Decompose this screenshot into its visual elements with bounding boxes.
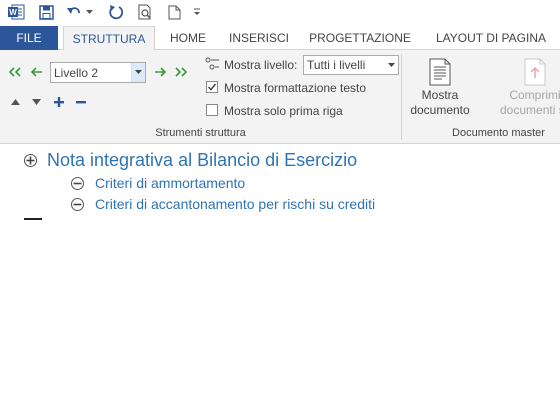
move-up-button[interactable] — [7, 95, 23, 109]
ribbon-tabs: FILE STRUTTURA HOME INSERISCI PROGETTAZI… — [0, 26, 560, 51]
show-level-value: Tutti i livelli — [307, 58, 366, 72]
outline-level-combo[interactable]: Livello 2 — [50, 62, 146, 83]
group-label-outline-tools: Strumenti struttura — [155, 127, 246, 139]
undo-dropdown-icon[interactable] — [84, 3, 94, 21]
move-down-button[interactable] — [28, 95, 44, 109]
outline-heading1-row[interactable]: Nota integrativa al Bilancio di Esercizi… — [24, 150, 357, 171]
tab-inserisci[interactable]: INSERISCI — [225, 26, 293, 50]
ribbon-struttura: Livello 2 Mostra livello: Tutti i livell… — [0, 50, 560, 144]
document-area[interactable]: Nota integrativa al Bilancio di Esercizi… — [0, 145, 560, 400]
show-formatting-label: Mostra formattazione testo — [224, 81, 367, 95]
first-line-only-checkbox[interactable] — [206, 104, 218, 116]
tab-home[interactable]: HOME — [164, 26, 212, 50]
show-document-label-line2: documento — [410, 103, 470, 117]
tab-file[interactable]: FILE — [0, 26, 58, 50]
quick-access-toolbar: W — [0, 0, 560, 26]
demote-button[interactable] — [152, 65, 168, 79]
collapse-minus-icon[interactable] — [71, 197, 84, 211]
expand-plus-icon[interactable] — [24, 154, 37, 167]
expand-button[interactable] — [51, 95, 67, 109]
demote-to-body-text-button[interactable] — [173, 65, 189, 79]
svg-text:W: W — [9, 8, 17, 17]
collapse-subdocuments-label-line2: documenti seco — [500, 103, 560, 117]
end-of-document-mark — [24, 218, 42, 220]
tab-struttura[interactable]: STRUTTURA — [63, 26, 155, 51]
new-document-icon[interactable] — [167, 3, 181, 21]
collapse-button[interactable] — [73, 95, 89, 109]
tab-layout-di-pagina[interactable]: LAYOUT DI PAGINA — [427, 26, 555, 50]
customize-qat-icon[interactable] — [192, 3, 202, 21]
tab-progettazione[interactable]: PROGETTAZIONE — [305, 26, 415, 50]
heading2-text: Criteri di accantonamento per rischi su … — [95, 196, 376, 212]
outline-heading2-row[interactable]: Criteri di accantonamento per rischi su … — [71, 196, 375, 212]
show-document-button[interactable]: Mostra documento — [405, 56, 475, 118]
show-document-icon — [405, 56, 475, 88]
save-icon[interactable] — [38, 3, 54, 21]
chevron-down-icon[interactable] — [386, 61, 396, 69]
redo-icon[interactable] — [108, 3, 124, 21]
undo-icon[interactable] — [66, 3, 82, 21]
chevron-down-icon[interactable] — [131, 63, 145, 82]
first-line-only-label: Mostra solo prima riga — [224, 104, 343, 118]
heading1-text: Nota integrativa al Bilancio di Esercizi… — [47, 150, 358, 170]
outline-heading2-row[interactable]: Criteri di ammortamento — [71, 175, 245, 191]
collapse-minus-icon[interactable] — [71, 176, 84, 190]
show-formatting-checkbox[interactable] — [206, 81, 218, 93]
collapse-subdocuments-icon — [500, 56, 560, 88]
show-level-label: Mostra livello: — [224, 58, 298, 72]
group-label-master-document: Documento master — [452, 127, 545, 139]
promote-button[interactable] — [29, 65, 45, 79]
collapse-subdocuments-button[interactable]: Comprimi documenti seco — [500, 56, 560, 118]
show-document-label-line1: Mostra — [421, 88, 459, 102]
print-preview-icon[interactable] — [137, 3, 153, 21]
word-logo-icon[interactable]: W — [7, 3, 25, 21]
outline-level-value: Livello 2 — [54, 66, 99, 80]
show-level-icon — [204, 57, 220, 71]
heading2-text: Criteri di ammortamento — [95, 175, 246, 191]
collapse-subdocuments-label-line1: Comprimi — [509, 88, 560, 102]
promote-to-heading1-button[interactable] — [7, 65, 23, 79]
show-level-combo[interactable]: Tutti i livelli — [303, 55, 399, 75]
